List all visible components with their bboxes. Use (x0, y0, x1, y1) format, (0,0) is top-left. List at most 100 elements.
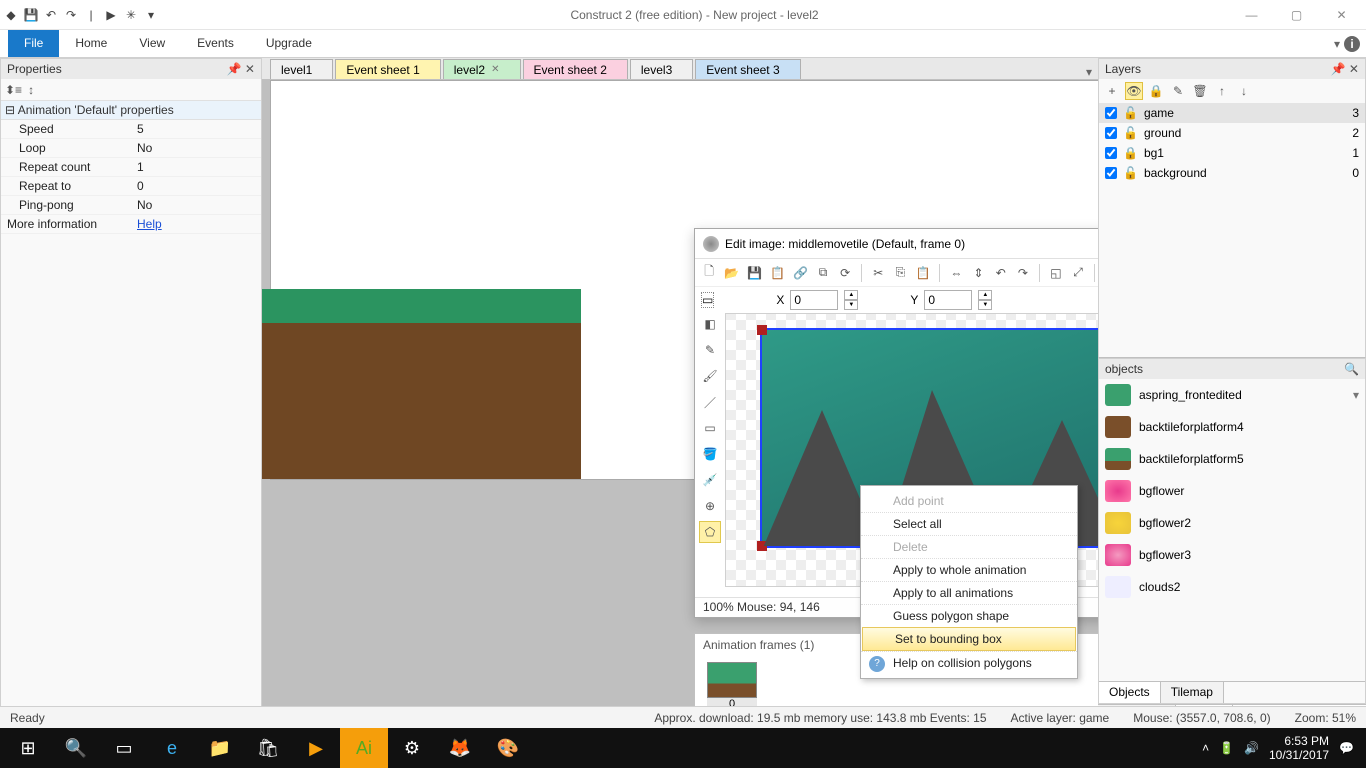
menu-home[interactable]: Home (59, 30, 123, 57)
prop-row[interactable]: LoopNo (1, 139, 261, 158)
help-link[interactable]: Help (137, 217, 162, 231)
mirror-icon[interactable]: ⇔ (948, 264, 964, 282)
rotate-cw-icon[interactable]: ↷ (1015, 264, 1031, 282)
x-input[interactable] (790, 290, 838, 310)
tabs-overflow-icon[interactable]: ▾ (1080, 65, 1098, 79)
pin-icon[interactable]: 📌 ✕ (1331, 62, 1359, 76)
lock-icon[interactable]: 🔒 (1147, 82, 1165, 100)
eyedropper-icon[interactable]: 💉 (699, 469, 721, 491)
close-button[interactable]: ✕ (1319, 1, 1364, 29)
resize-icon[interactable]: ⤢ (1070, 264, 1086, 282)
object-row[interactable]: backtileforplatform4 (1099, 411, 1365, 443)
app-icon[interactable]: 🎨 (484, 728, 532, 768)
object-row[interactable]: bgflower3 (1099, 539, 1365, 571)
maximize-button[interactable]: ▢ (1274, 1, 1319, 29)
layer-visible[interactable] (1105, 127, 1117, 139)
tab-eventsheet3[interactable]: Event sheet 3 (695, 59, 800, 79)
ctx-bounding-box[interactable]: Set to bounding box (862, 627, 1076, 651)
crop-icon[interactable]: ◱ (1048, 264, 1064, 282)
object-row[interactable]: bgflower2 (1099, 507, 1365, 539)
tile-sprite[interactable] (401, 289, 581, 479)
search-icon[interactable]: 🔍 (52, 728, 100, 768)
menu-file[interactable]: File (8, 30, 59, 57)
edge-icon[interactable]: e (148, 728, 196, 768)
new-icon[interactable]: 🗋 (701, 264, 717, 282)
save-icon[interactable]: 💾 (22, 6, 40, 24)
close-icon[interactable]: ✕ (491, 64, 499, 75)
y-down[interactable]: ▼ (978, 300, 992, 310)
lock-icon[interactable]: 🔓 (1123, 106, 1138, 120)
properties-group[interactable]: ⊟ Animation 'Default' properties (1, 101, 261, 120)
battery-icon[interactable]: 🔋 (1219, 741, 1234, 755)
rect-icon[interactable]: ▭ (699, 417, 721, 439)
clock[interactable]: 6:53 PM10/31/2017 (1269, 734, 1329, 763)
prop-row[interactable]: Speed5 (1, 120, 261, 139)
sort-icon[interactable]: ⬍≡ (5, 83, 22, 97)
search-icon[interactable]: 🔍 (1344, 362, 1359, 376)
down-icon[interactable]: ↓ (1235, 82, 1253, 100)
origin-icon[interactable]: ⊕ (699, 495, 721, 517)
lock-icon[interactable]: 🔓 (1123, 126, 1138, 140)
qat-dropdown-icon[interactable]: ▾ (142, 6, 160, 24)
categorize-icon[interactable]: ↕ (28, 83, 34, 97)
tab-level3[interactable]: level3 (630, 59, 693, 79)
delete-icon[interactable]: 🗑 (1191, 82, 1209, 100)
up-icon[interactable]: ↑ (1213, 82, 1231, 100)
reload-icon[interactable]: ⟳ (837, 264, 853, 282)
add-layer-icon[interactable]: + (1103, 82, 1121, 100)
ribbon-collapse-icon[interactable]: ▾ (1334, 37, 1340, 51)
edit-icon[interactable]: ✎ (1169, 82, 1187, 100)
frame-thumbnail[interactable] (707, 662, 757, 698)
object-row[interactable]: bgflower (1099, 475, 1365, 507)
brush-icon[interactable]: 🖌 (699, 365, 721, 387)
tab-level1[interactable]: level1 (270, 59, 333, 79)
unlink-icon[interactable]: ⧉ (815, 264, 831, 282)
x-up[interactable]: ▲ (844, 290, 858, 300)
store-icon[interactable]: 🛍 (244, 728, 292, 768)
debug-icon[interactable]: ✳ (122, 6, 140, 24)
explorer-icon[interactable]: 📁 (196, 728, 244, 768)
firefox-icon[interactable]: 🦊 (436, 728, 484, 768)
ctx-apply-all[interactable]: Apply to all animations (861, 581, 1077, 604)
eraser-icon[interactable]: ◧ (699, 313, 721, 335)
object-row[interactable]: backtileforplatform5 (1099, 443, 1365, 475)
dialog-titlebar[interactable]: Edit image: middlemovetile (Default, fra… (695, 229, 1098, 259)
layer-visible[interactable] (1105, 147, 1117, 159)
chevron-up-icon[interactable]: ˄ (1202, 741, 1209, 755)
save-icon[interactable]: 💾 (746, 264, 763, 282)
redo-icon[interactable]: ↷ (62, 6, 80, 24)
menu-events[interactable]: Events (181, 30, 250, 57)
fill-icon[interactable]: 🪣 (699, 443, 721, 465)
ctx-guess-shape[interactable]: Guess polygon shape (861, 604, 1077, 627)
object-row[interactable]: clouds2 (1099, 571, 1365, 603)
ctx-apply-whole[interactable]: Apply to whole animation (861, 558, 1077, 581)
start-button[interactable]: ⊞ (4, 728, 52, 768)
layer-row[interactable]: 🔓background0 (1099, 163, 1365, 183)
link-icon[interactable]: 🔗 (792, 264, 809, 282)
prop-row[interactable]: Repeat count1 (1, 158, 261, 177)
prop-row[interactable]: Ping-pongNo (1, 196, 261, 215)
menu-view[interactable]: View (123, 30, 181, 57)
paste-icon[interactable]: 📋 (769, 264, 786, 282)
lock-icon[interactable]: 🔓 (1123, 166, 1138, 180)
notifications-icon[interactable]: 💬 (1339, 741, 1354, 755)
y-input[interactable] (924, 290, 972, 310)
object-row[interactable]: aspring_frontedited▾ (1099, 379, 1365, 411)
tab-level2[interactable]: level2✕ (443, 59, 521, 79)
line-icon[interactable]: ／ (699, 391, 721, 413)
taskview-icon[interactable]: ▭ (100, 728, 148, 768)
undo-icon[interactable]: ↶ (42, 6, 60, 24)
tab-eventsheet2[interactable]: Event sheet 2 (523, 59, 628, 79)
ctx-help[interactable]: ? Help on collision polygons (861, 651, 1077, 674)
marquee-icon[interactable]: ▭ (701, 292, 714, 308)
collision-polygon-icon[interactable]: ⬠ (699, 521, 721, 543)
pencil-icon[interactable]: ✎ (699, 339, 721, 361)
volume-icon[interactable]: 🔊 (1244, 741, 1259, 755)
settings-icon[interactable]: ⚙ (388, 728, 436, 768)
open-icon[interactable]: 📂 (723, 264, 740, 282)
flip-icon[interactable]: ⇕ (970, 264, 986, 282)
layer-row[interactable]: 🔓ground2 (1099, 123, 1365, 143)
tab-tilemap[interactable]: Tilemap (1161, 682, 1224, 703)
x-down[interactable]: ▼ (844, 300, 858, 310)
copy-icon[interactable]: ⎘ (892, 264, 908, 282)
